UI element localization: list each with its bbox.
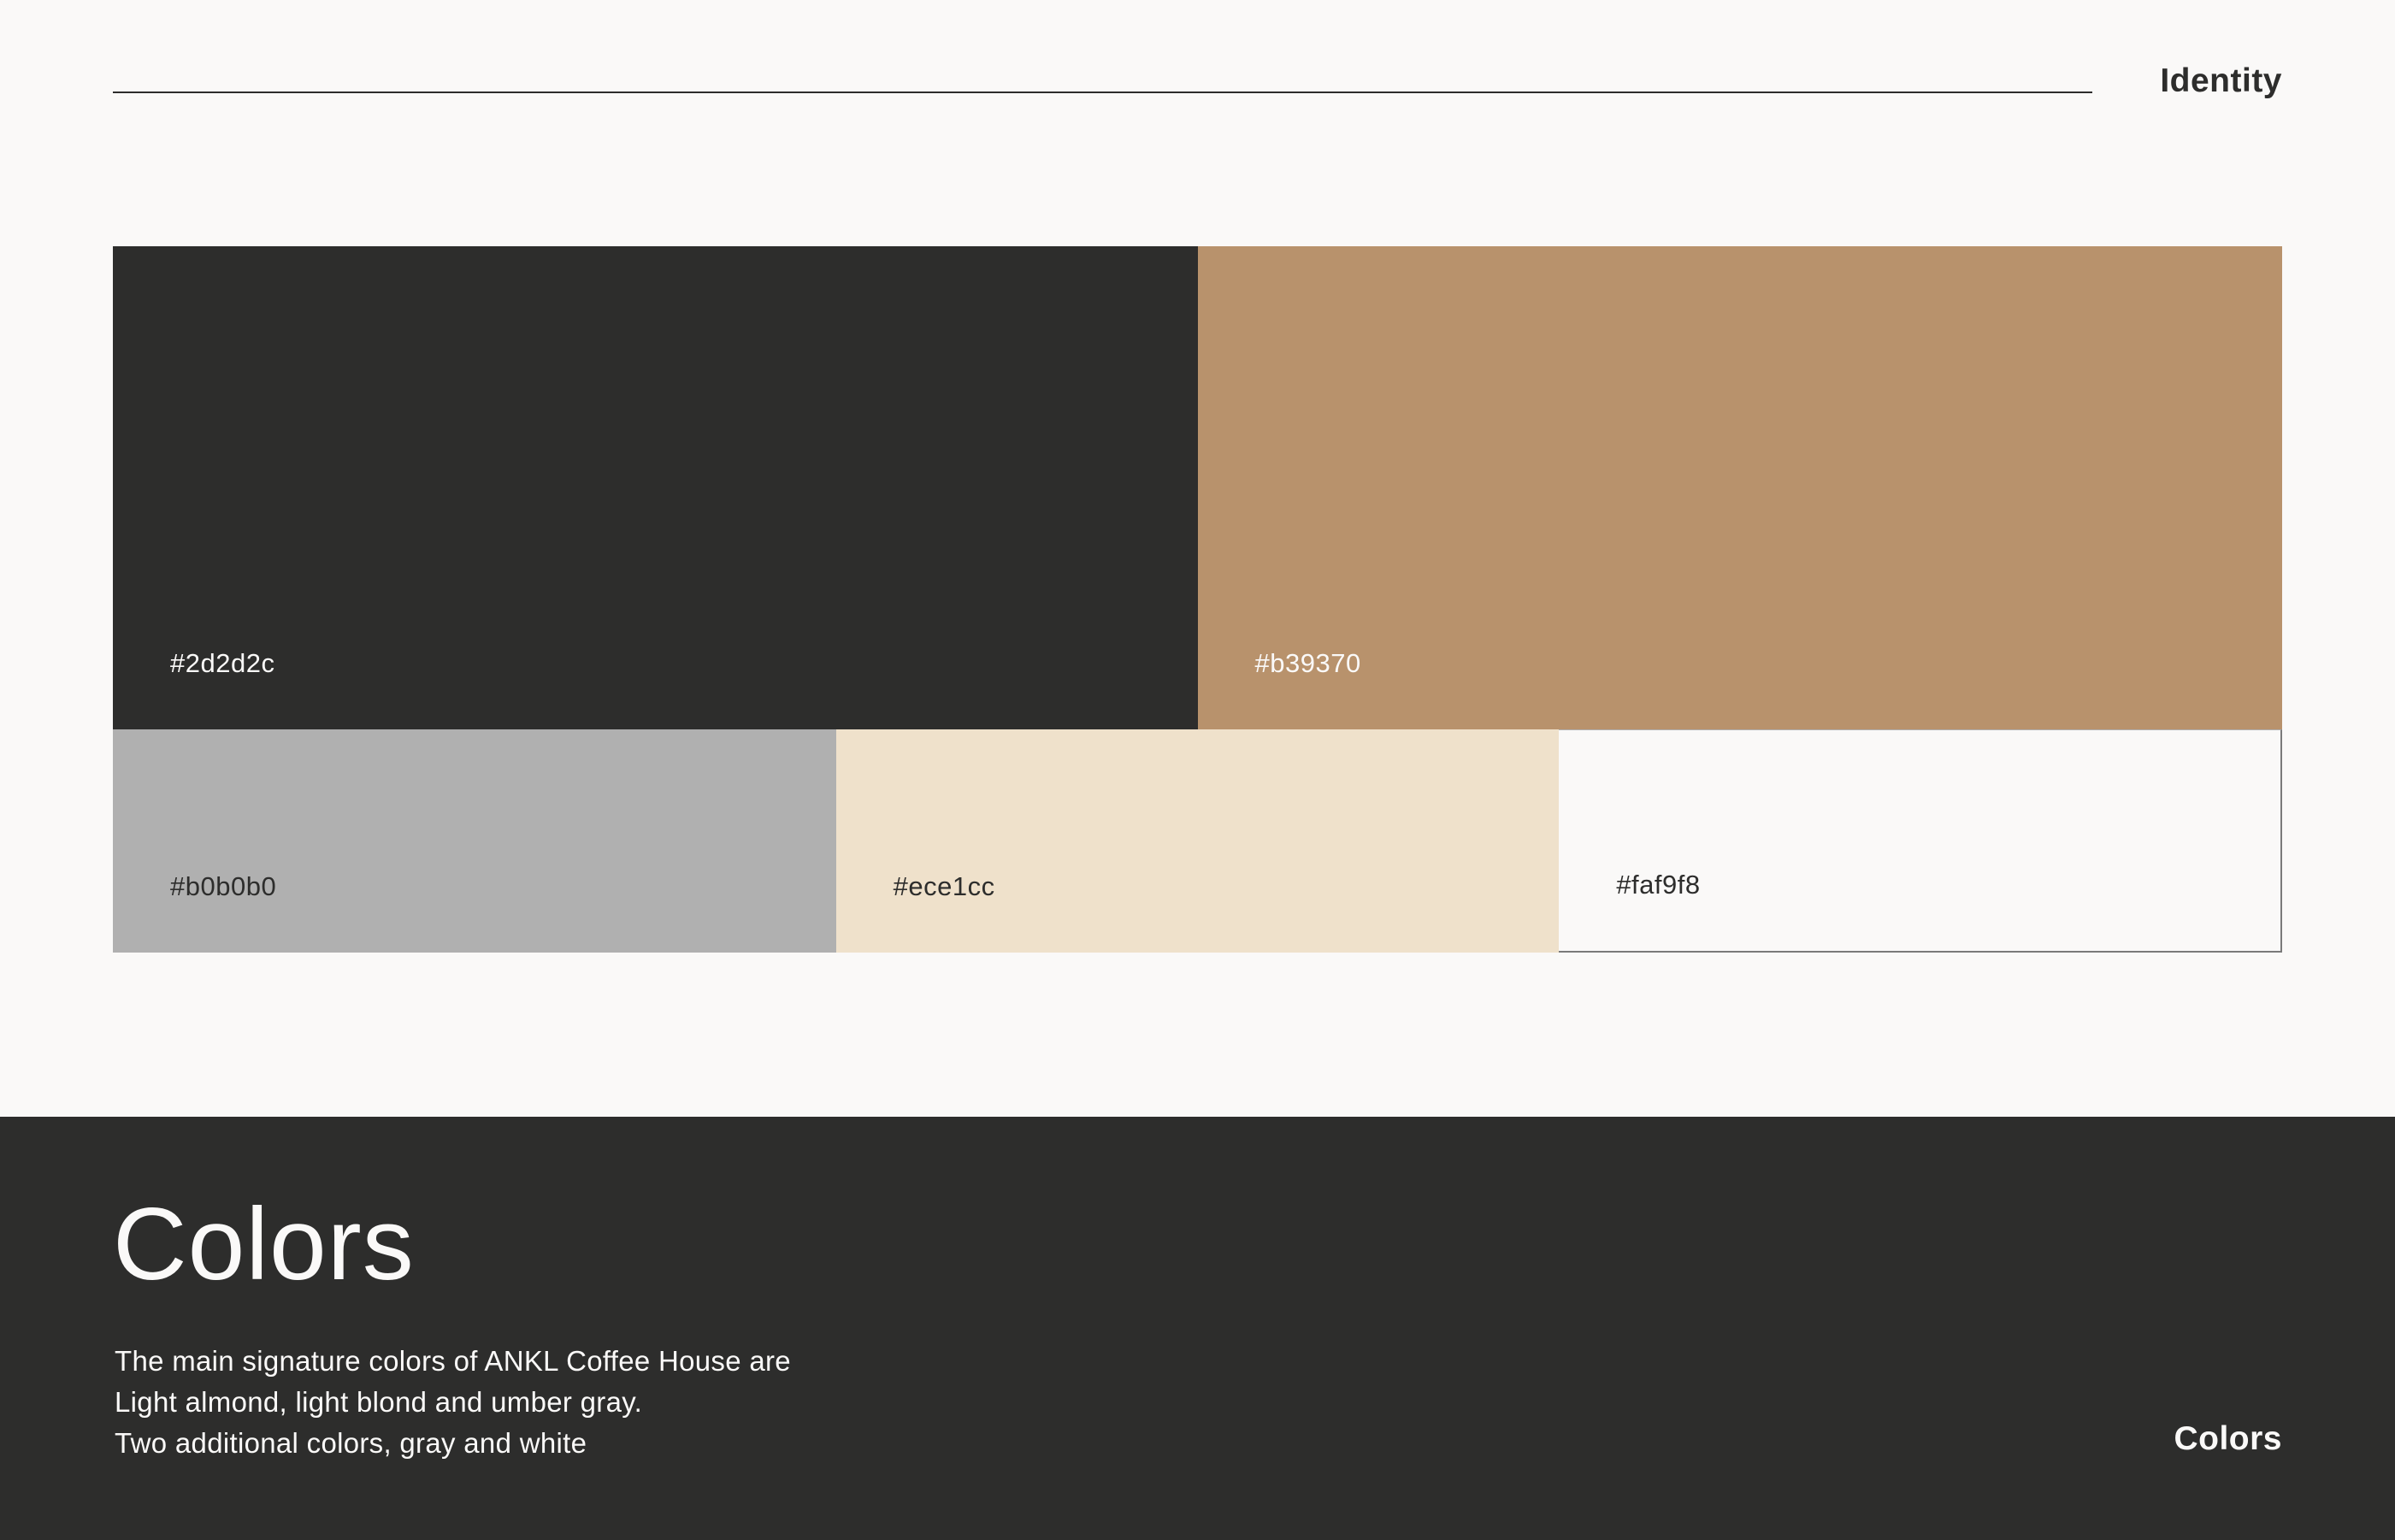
swatch-hex-code: #ece1cc: [893, 871, 995, 901]
swatch-light-blond: #b39370: [1197, 246, 2282, 729]
swatch-umber-gray: #2d2d2c: [113, 246, 1198, 729]
secondary-colors-row: #b0b0b0 #ece1cc #faf9f8: [113, 729, 2282, 953]
section-label-colors: Colors: [2174, 1420, 2282, 1457]
page-title: Colors: [113, 1187, 415, 1301]
swatch-hex-code: #b39370: [1254, 648, 1361, 678]
swatch-white: #faf9f8: [1559, 729, 2282, 953]
colors-description: The main signature colors of ANKL Coffee…: [115, 1341, 1141, 1464]
swatch-light-almond: #ece1cc: [835, 729, 1560, 953]
swatch-gray: #b0b0b0: [113, 729, 836, 953]
color-palette: #2d2d2c #b39370 #b0b0b0 #ece1cc #faf9f8: [113, 246, 2282, 953]
footer-panel: Colors The main signature colors of ANKL…: [0, 1117, 2395, 1540]
description-line: Light almond, light blond and umber gray…: [115, 1386, 643, 1418]
description-line: Two additional colors, gray and white: [115, 1427, 587, 1459]
swatch-hex-code: #b0b0b0: [170, 871, 277, 901]
primary-colors-row: #2d2d2c #b39370: [113, 246, 2282, 729]
section-label-identity: Identity: [2160, 62, 2282, 99]
swatch-hex-code: #faf9f8: [1616, 870, 1701, 900]
swatch-hex-code: #2d2d2c: [170, 648, 275, 678]
description-line: The main signature colors of ANKL Coffee…: [115, 1345, 791, 1377]
header-divider-line: [113, 91, 2092, 93]
